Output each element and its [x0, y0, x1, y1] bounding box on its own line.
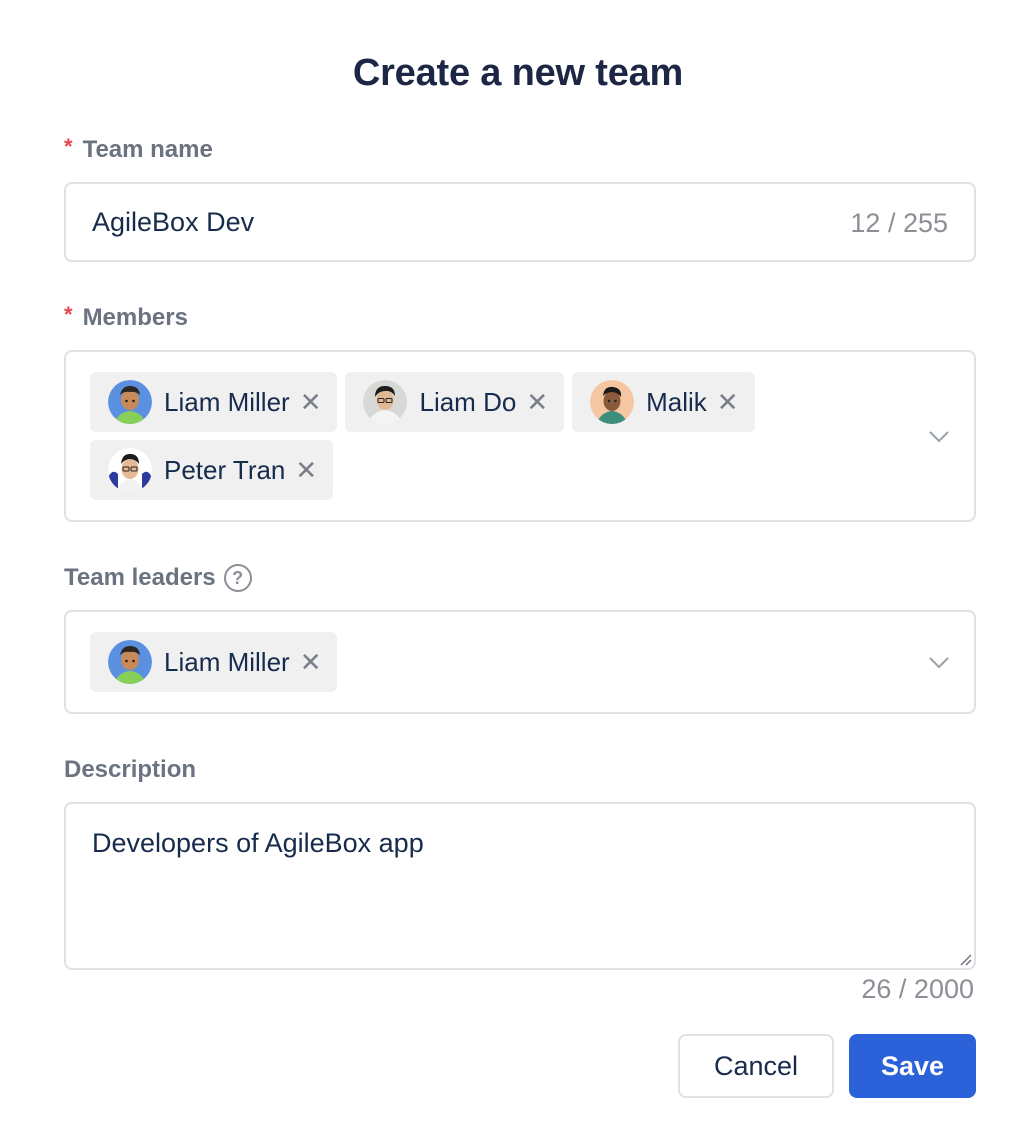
team-name-value[interactable]: AgileBox Dev: [92, 207, 254, 238]
avatar-malik: [590, 380, 635, 424]
team-leaders-label-text: Team leaders: [64, 564, 216, 591]
member-name: Peter Tran: [164, 454, 286, 485]
members-chip-list: Liam Miller ✕ Liam Do ✕ Malik ✕ Peter Tr…: [90, 372, 910, 500]
description-textarea[interactable]: Developers of AgileBox app: [64, 802, 976, 970]
description-value[interactable]: Developers of AgileBox app: [92, 828, 424, 859]
member-name: Malik: [646, 386, 707, 417]
member-name: Liam Do: [419, 386, 517, 417]
required-mark: *: [64, 134, 73, 159]
cancel-button[interactable]: Cancel: [678, 1034, 834, 1098]
required-mark: *: [64, 302, 73, 327]
create-team-modal: Create a new team * Team name AgileBox D…: [0, 0, 1036, 1142]
close-icon[interactable]: ✕: [295, 457, 317, 483]
leaders-chip-list: Liam Miller ✕: [90, 632, 910, 692]
team-name-label: * Team name: [64, 134, 213, 164]
avatar-liam-miller: [108, 640, 152, 684]
close-icon[interactable]: ✕: [717, 389, 739, 415]
chevron-down-icon[interactable]: [928, 430, 950, 444]
close-icon[interactable]: ✕: [300, 389, 322, 415]
save-button[interactable]: Save: [849, 1034, 976, 1098]
member-chip: Liam Miller ✕: [90, 372, 338, 432]
leader-chip: Liam Miller ✕: [90, 632, 338, 692]
description-label-text: Description: [64, 756, 197, 783]
description-counter: 26 / 2000: [861, 974, 974, 1004]
member-chip: Peter Tran ✕: [90, 440, 334, 500]
member-chip: Malik ✕: [572, 372, 755, 432]
help-circle-icon[interactable]: ?: [223, 564, 252, 592]
members-label-text: Members: [82, 304, 188, 331]
chevron-down-icon[interactable]: [928, 656, 950, 670]
resize-handle-icon[interactable]: [956, 950, 972, 966]
team-leaders-label: Team leaders ?: [64, 564, 252, 592]
team-name-input[interactable]: AgileBox Dev 12 / 255: [64, 182, 976, 262]
leader-name: Liam Miller: [164, 646, 290, 677]
close-icon[interactable]: ✕: [300, 649, 322, 675]
members-label: * Members: [64, 302, 188, 332]
team-name-counter: 12 / 255: [850, 208, 948, 238]
avatar-liam-miller: [108, 380, 152, 424]
close-icon[interactable]: ✕: [526, 389, 548, 415]
description-label: Description: [64, 756, 196, 784]
member-chip: Liam Do ✕: [345, 372, 565, 432]
team-leaders-select[interactable]: Liam Miller ✕: [64, 610, 976, 714]
avatar-liam-do: [363, 380, 408, 424]
members-select[interactable]: Liam Miller ✕ Liam Do ✕ Malik ✕ Peter Tr…: [64, 350, 976, 522]
member-name: Liam Miller: [164, 386, 290, 417]
modal-title: Create a new team: [352, 52, 684, 94]
team-name-label-text: Team name: [82, 136, 213, 163]
avatar-peter-tran: [108, 448, 152, 492]
